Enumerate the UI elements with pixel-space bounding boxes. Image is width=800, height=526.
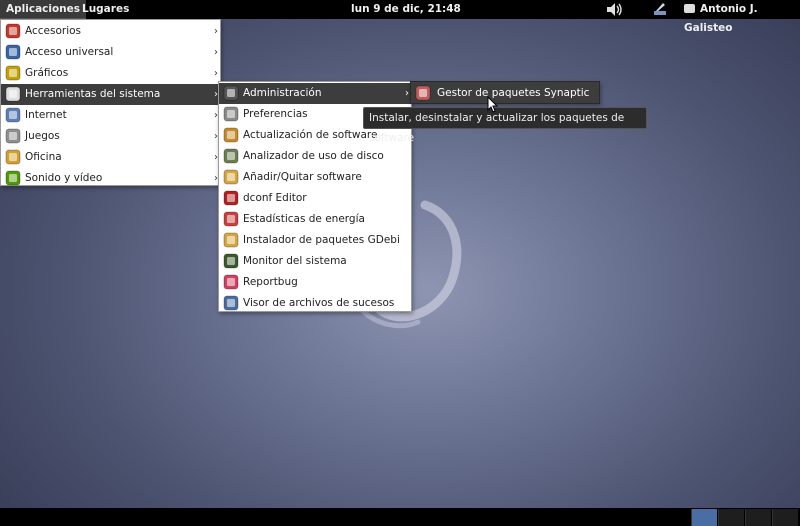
preferences-icon bbox=[223, 106, 239, 122]
applications-menu-button[interactable]: Aplicaciones bbox=[0, 0, 87, 19]
menu-item-label: dconf Editor bbox=[243, 192, 307, 204]
menu-item-label: Actualización de software bbox=[243, 129, 378, 141]
menu-item-label: Gráficos bbox=[25, 67, 69, 79]
office-icon bbox=[5, 149, 21, 165]
administration-submenu: Gestor de paquetes Synaptic bbox=[410, 81, 600, 104]
log-viewer-icon bbox=[223, 295, 239, 311]
menu-item-label: Sonido y vídeo bbox=[25, 172, 103, 184]
menu-item-label: Preferencias bbox=[243, 108, 308, 120]
menu-item-graficos[interactable]: Gráficos › bbox=[1, 63, 220, 84]
menu-item-instalador-de-paquetes-gdebi[interactable]: Instalador de paquetes GDebi bbox=[219, 230, 411, 251]
menu-item-label: Analizador de uso de disco bbox=[243, 150, 384, 162]
system-monitor-icon bbox=[223, 253, 239, 269]
synaptic-icon bbox=[415, 85, 431, 101]
menu-item-internet[interactable]: Internet › bbox=[1, 105, 220, 126]
menu-item-label: Estadísticas de energía bbox=[243, 213, 365, 225]
menu-item-accesorios[interactable]: Accesorios › bbox=[1, 21, 220, 42]
menu-item-label: Acceso universal bbox=[25, 46, 114, 58]
menu-item-administracion[interactable]: Administración › bbox=[219, 83, 411, 104]
menu-item-monitor-del-sistema[interactable]: Monitor del sistema bbox=[219, 251, 411, 272]
workspace-2[interactable] bbox=[718, 509, 744, 526]
applications-menu: Accesorios › Acceso universal › Gráficos › Her… bbox=[0, 19, 221, 186]
workspace-3[interactable] bbox=[745, 509, 771, 526]
menu-item-label: Monitor del sistema bbox=[243, 255, 347, 267]
system-tools-icon bbox=[5, 86, 21, 102]
software-update-icon bbox=[223, 127, 239, 143]
menu-item-label: Juegos bbox=[25, 130, 60, 142]
bottom-panel bbox=[0, 508, 800, 526]
menu-item-analizador-de-uso-de-disco[interactable]: Analizador de uso de disco bbox=[219, 146, 411, 167]
add-remove-software-icon bbox=[223, 169, 239, 185]
chevron-right-icon: › bbox=[214, 26, 218, 37]
workspace-4[interactable] bbox=[772, 509, 798, 526]
menu-item-label: Accesorios bbox=[25, 25, 82, 37]
menu-item-label: Herramientas del sistema bbox=[25, 88, 161, 100]
administration-icon bbox=[223, 85, 239, 101]
disk-usage-icon bbox=[223, 148, 239, 164]
menu-item-label: Oficina bbox=[25, 151, 62, 163]
mouse-cursor-icon bbox=[487, 96, 499, 113]
graphics-icon bbox=[5, 65, 21, 81]
dconf-editor-icon bbox=[223, 190, 239, 206]
menu-item-label: Visor de archivos de sucesos bbox=[243, 297, 395, 309]
menu-item-juegos[interactable]: Juegos › bbox=[1, 126, 220, 147]
menu-item-estadisticas-de-energia[interactable]: Estadísticas de energía bbox=[219, 209, 411, 230]
workspace-1[interactable] bbox=[691, 509, 717, 526]
places-menu-button[interactable]: Lugares bbox=[76, 0, 135, 19]
menu-item-sonido-y-video[interactable]: Sonido y vídeo › bbox=[1, 168, 220, 189]
chevron-right-icon: › bbox=[405, 88, 409, 99]
chevron-right-icon: › bbox=[214, 47, 218, 58]
menu-item-gestor-de-paquetes-synaptic[interactable]: Gestor de paquetes Synaptic bbox=[411, 83, 599, 104]
internet-icon bbox=[5, 107, 21, 123]
update-notifier-icon[interactable] bbox=[652, 1, 668, 17]
menu-item-label: Administración bbox=[243, 87, 322, 99]
menu-item-label: Gestor de paquetes Synaptic bbox=[437, 87, 590, 99]
chat-status-icon bbox=[684, 4, 695, 13]
gdebi-icon bbox=[223, 232, 239, 248]
menu-item-dconf-editor[interactable]: dconf Editor bbox=[219, 188, 411, 209]
menu-item-reportbug[interactable]: Reportbug bbox=[219, 272, 411, 293]
menu-item-visor-de-archivos-de-sucesos[interactable]: Visor de archivos de sucesos bbox=[219, 293, 411, 314]
accessories-icon bbox=[5, 23, 21, 39]
games-icon bbox=[5, 128, 21, 144]
user-menu[interactable]: Antonio J. Galisteo bbox=[684, 0, 800, 34]
power-statistics-icon bbox=[223, 211, 239, 227]
user-name: Antonio J. Galisteo bbox=[684, 3, 758, 34]
menu-item-oficina[interactable]: Oficina › bbox=[1, 147, 220, 168]
reportbug-icon bbox=[223, 274, 239, 290]
menu-item-label: Añadir/Quitar software bbox=[243, 171, 362, 183]
multimedia-icon bbox=[5, 170, 21, 186]
menu-item-label: Internet bbox=[25, 109, 67, 121]
tooltip: Instalar, desinstalar y actualizar los p… bbox=[363, 107, 647, 144]
top-panel: Aplicaciones Lugares lun 9 de dic, 21:48… bbox=[0, 0, 800, 34]
clock[interactable]: lun 9 de dic, 21:48 bbox=[345, 0, 467, 19]
speaker-icon[interactable] bbox=[607, 3, 623, 16]
menu-item-anadir-quitar-software[interactable]: Añadir/Quitar software bbox=[219, 167, 411, 188]
accessibility-icon bbox=[5, 44, 21, 60]
menu-item-label: Reportbug bbox=[243, 276, 298, 288]
menu-item-acceso-universal[interactable]: Acceso universal › bbox=[1, 42, 220, 63]
menu-item-herramientas-del-sistema[interactable]: Herramientas del sistema › bbox=[1, 84, 220, 105]
menu-item-label: Instalador de paquetes GDebi bbox=[243, 234, 400, 246]
